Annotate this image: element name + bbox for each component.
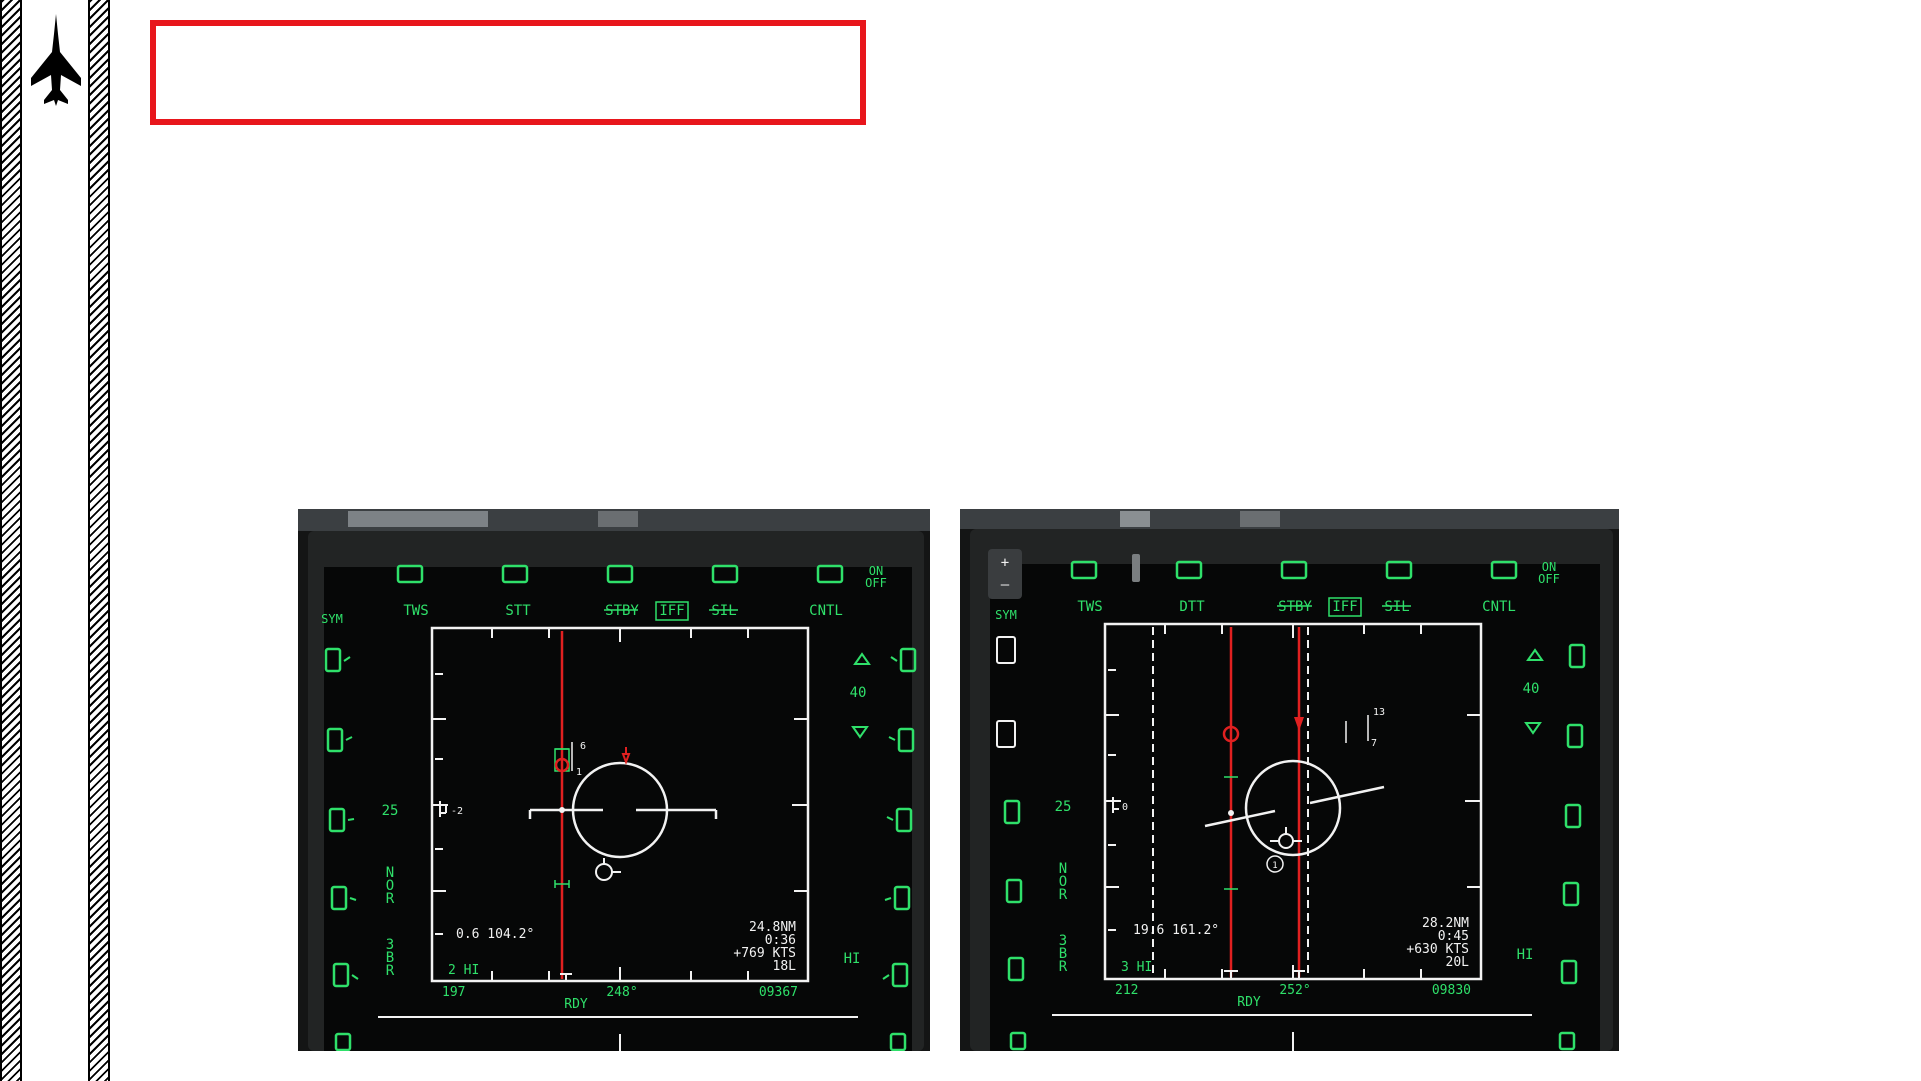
altitude-right: 09367 bbox=[759, 985, 798, 1000]
scale-tag: 0 bbox=[1122, 802, 1128, 813]
off-label: OFF bbox=[865, 576, 887, 590]
elevation-value: 40 bbox=[850, 685, 867, 701]
osb-label-dtt: DTT bbox=[1179, 599, 1205, 615]
heading: 252° bbox=[1279, 983, 1310, 998]
range-value: 25 bbox=[382, 803, 399, 819]
range-value: 25 bbox=[1055, 799, 1072, 815]
steerpoint-number: 1 bbox=[1272, 861, 1277, 871]
altitude-left: 212 bbox=[1115, 983, 1138, 998]
ready-label: RDY bbox=[564, 997, 588, 1012]
osb-label-tws: TWS bbox=[403, 603, 428, 619]
elevation-value: 40 bbox=[1523, 681, 1540, 697]
osb-label-stt: STT bbox=[505, 603, 531, 619]
azimuth-info: 19.6 161.2° bbox=[1133, 923, 1219, 938]
fighter-jet-silhouette-icon bbox=[31, 14, 81, 106]
azimuth-info: 0.6 104.2° bbox=[456, 927, 534, 942]
hi-label: HI bbox=[844, 951, 861, 967]
track-number-7: 7 bbox=[1371, 738, 1377, 749]
svg-text:+: + bbox=[1001, 555, 1009, 571]
title-box bbox=[150, 20, 866, 125]
target-aspect: 20L bbox=[1446, 955, 1470, 970]
osb-label-cntl: CNTL bbox=[1482, 599, 1516, 615]
bar-info: 3 HI bbox=[1121, 960, 1152, 975]
target-aspect: 18L bbox=[773, 959, 797, 974]
heading: 248° bbox=[606, 985, 637, 1000]
osb-label-iff: IFF bbox=[1332, 599, 1357, 615]
altitude-left: 197 bbox=[442, 985, 465, 1000]
osb-label-cntl: CNTL bbox=[809, 603, 843, 619]
scale-tag: -2 bbox=[451, 806, 463, 817]
osb-label-stby: STBY bbox=[605, 603, 639, 619]
osb-label-tws: TWS bbox=[1077, 599, 1102, 615]
osb-label-iff: IFF bbox=[659, 603, 684, 619]
right-radar-display-screenshot: + – TWS DTT STBY IFF SIL CNTL ON OFF SYM bbox=[960, 509, 1619, 1051]
bar-letter-r: R bbox=[1059, 959, 1068, 975]
left-hatched-stripe bbox=[0, 0, 22, 1081]
osb-label-stby: STBY bbox=[1278, 599, 1312, 615]
osb-label-sil: SIL bbox=[1384, 599, 1409, 615]
mode-letter-r: R bbox=[386, 891, 395, 907]
sym-label: SYM bbox=[321, 612, 343, 626]
osb-label-sil: SIL bbox=[711, 603, 736, 619]
off-label: OFF bbox=[1538, 572, 1560, 586]
hi-label: HI bbox=[1517, 947, 1534, 963]
ready-label: RDY bbox=[1237, 995, 1261, 1010]
track-number-13: 13 bbox=[1373, 707, 1385, 718]
right-hatched-stripe bbox=[88, 0, 110, 1081]
caption-text bbox=[330, 1071, 1630, 1081]
bar-info: 2 HI bbox=[448, 963, 479, 978]
bar-letter-r: R bbox=[386, 963, 395, 979]
left-radar-display-screenshot: TWS STT STBY IFF SIL CNTL ON OFF SYM 40 … bbox=[298, 509, 930, 1051]
mode-letter-r: R bbox=[1059, 887, 1068, 903]
track-number-6: 6 bbox=[580, 741, 586, 752]
altitude-right: 09830 bbox=[1432, 983, 1471, 998]
svg-text:–: – bbox=[1001, 577, 1010, 593]
sym-label: SYM bbox=[995, 608, 1017, 622]
track-number-1: 1 bbox=[576, 767, 582, 778]
